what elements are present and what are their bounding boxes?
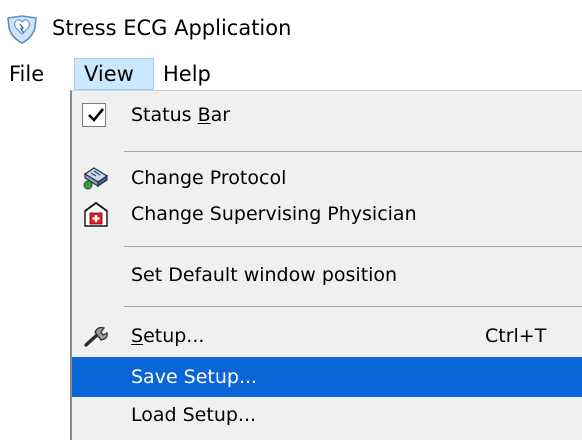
menu-item-set-default-window-position[interactable]: Set Default window position: [72, 255, 582, 295]
menu-item-label: Change Protocol: [131, 167, 287, 189]
menu-separator: [124, 151, 582, 152]
menu-file[interactable]: File: [0, 58, 74, 90]
menu-item-shortcut: Ctrl+T: [485, 325, 547, 347]
menu-help[interactable]: Help: [154, 58, 224, 90]
menu-bar: File View Help: [0, 58, 582, 90]
view-menu-dropdown: Status Bar Change Protocol Change Superv…: [70, 90, 582, 440]
physician-icon: [84, 201, 108, 227]
menu-view[interactable]: View: [74, 58, 154, 90]
menu-item-setup[interactable]: Setup... Ctrl+T: [72, 316, 582, 356]
menu-item-label: Save Setup...: [131, 366, 258, 388]
application-window: Stress ECG Application File View Help St…: [0, 0, 582, 440]
menu-item-change-supervising-physician[interactable]: Change Supervising Physician: [72, 194, 582, 234]
heart-shield-icon: [7, 15, 37, 44]
menu-separator: [124, 246, 582, 247]
title-bar: Stress ECG Application: [0, 0, 582, 56]
wrench-icon: [84, 326, 108, 347]
menu-item-label: Status Bar: [131, 104, 231, 126]
menu-item-status-bar[interactable]: Status Bar: [72, 95, 582, 135]
menu-item-label: Load Setup...: [131, 404, 257, 426]
menu-separator: [124, 306, 582, 307]
menu-item-label: Setup...: [131, 325, 205, 347]
window-title: Stress ECG Application: [52, 16, 292, 40]
menu-item-label: Set Default window position: [131, 264, 398, 286]
menu-item-label: Change Supervising Physician: [131, 203, 417, 225]
menu-item-change-protocol[interactable]: Change Protocol: [72, 158, 582, 198]
protocol-icon: [83, 167, 109, 190]
checkmark-icon: [88, 108, 105, 122]
menu-item-save-setup[interactable]: Save Setup...: [72, 357, 582, 397]
menu-item-load-setup[interactable]: Load Setup...: [72, 395, 582, 435]
